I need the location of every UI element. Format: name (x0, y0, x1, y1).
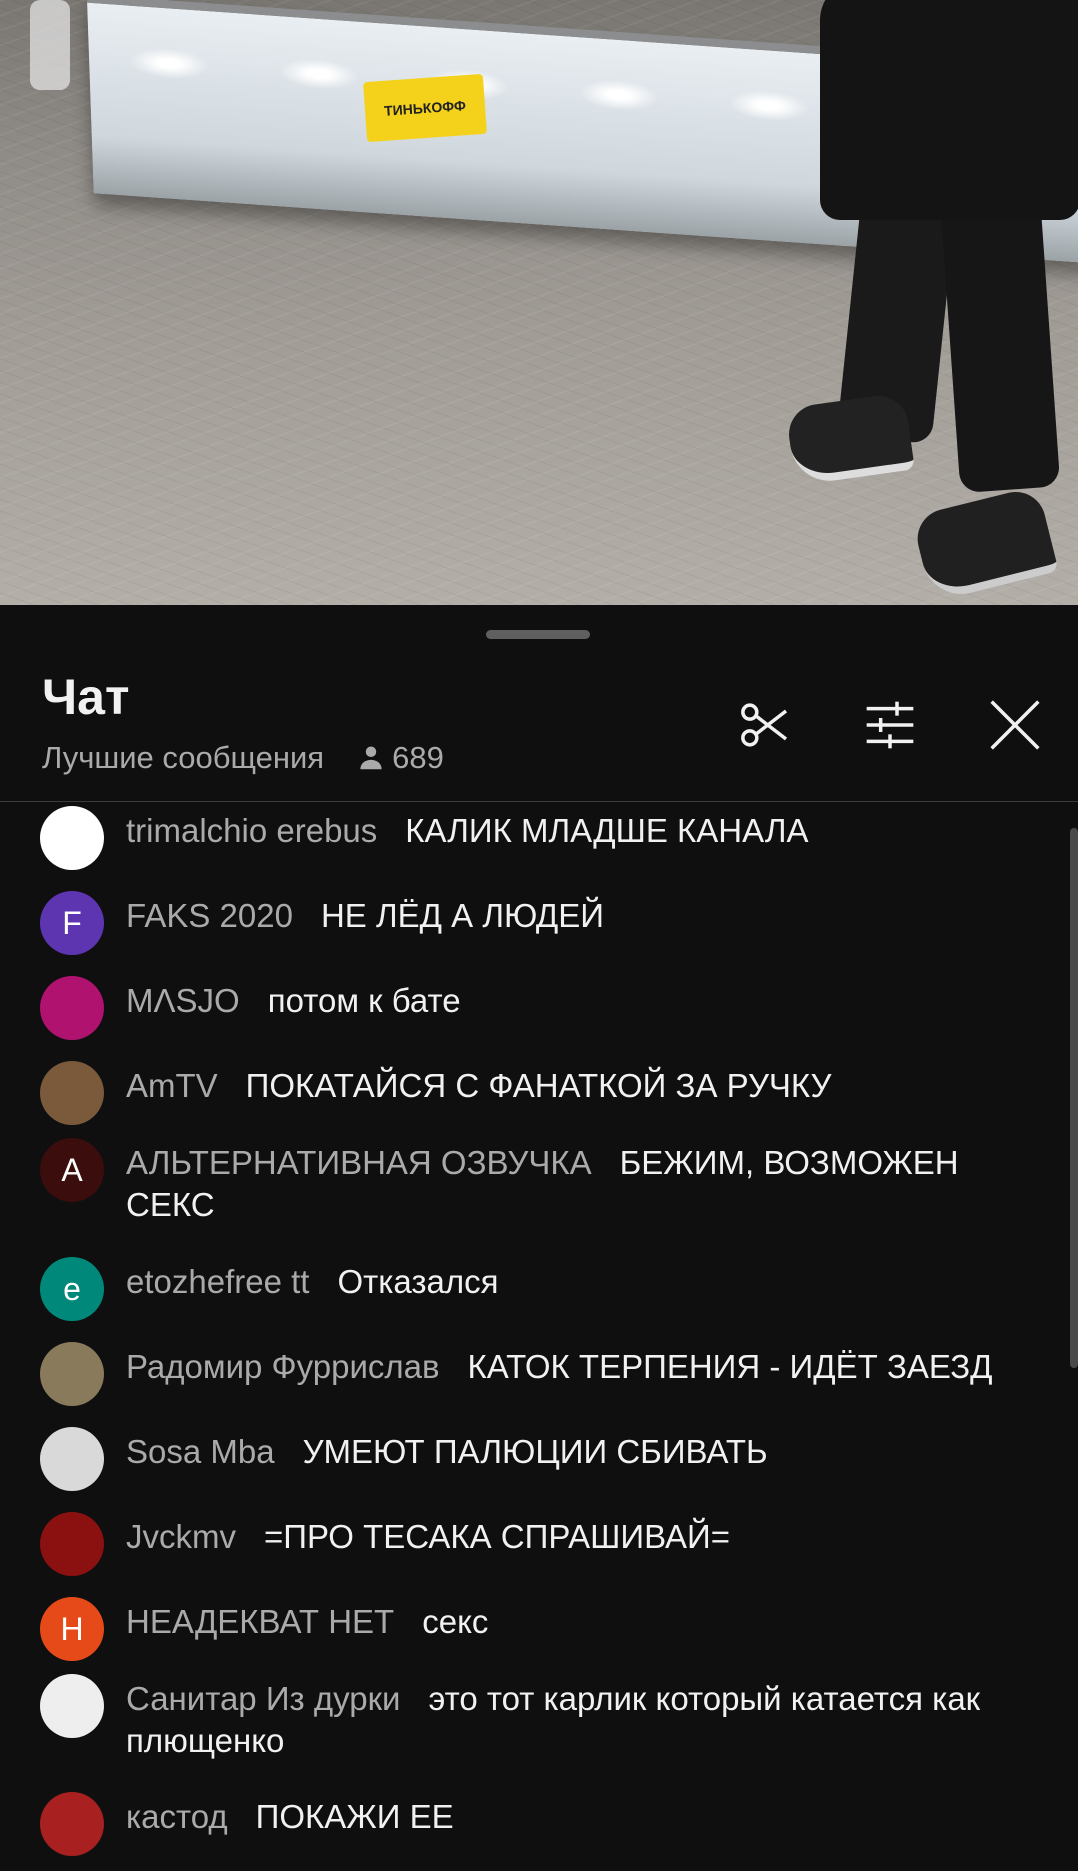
sliders-icon (866, 701, 914, 749)
avatar[interactable]: A (40, 1138, 104, 1202)
avatar[interactable] (40, 1674, 104, 1738)
avatar[interactable] (40, 1427, 104, 1491)
chat-message[interactable]: AmTV ПОКАТАЙСЯ С ФАНАТКОЙ ЗА РУЧКУ (40, 1061, 1040, 1125)
chat-message-list[interactable]: trimalchio erebus КАЛИК МЛАДШЕ КАНАЛА F F… (0, 802, 1078, 1871)
chat-header: Чат Лучшие сообщения 689 (0, 610, 1078, 802)
chat-message[interactable]: Sosa Mba УМЕЮТ ПАЛЮЦИИ СБИВАТЬ (40, 1427, 1040, 1491)
chat-settings-button[interactable] (855, 690, 925, 760)
avatar[interactable] (40, 976, 104, 1040)
chat-message[interactable]: Радомир Фуррислав КАТОК ТЕРПЕНИЯ - ИДЁТ З… (40, 1342, 1040, 1406)
chat-message[interactable]: A АЛЬТЕРНАТИВНАЯ ОЗВУЧКА БЕЖИМ, ВОЗМОЖЕН … (40, 1138, 1040, 1226)
chat-message[interactable]: кастод ПОКАЖИ ЕЕ (40, 1792, 1040, 1856)
chat-mode-selector[interactable]: Лучшие сообщения 689 (42, 740, 444, 776)
sponsor-logo: ТИНЬКОФФ (363, 73, 487, 143)
author-name[interactable]: АЛЬТЕРНАТИВНАЯ ОЗВУЧКА (126, 1144, 592, 1181)
chat-message[interactable]: MɅSJO потом к бате (40, 976, 1040, 1040)
person-icon (360, 746, 382, 770)
message-text: ПОКАЖИ ЕЕ (255, 1798, 454, 1835)
message-text: УМЕЮТ ПАЛЮЦИИ СБИВАТЬ (302, 1433, 768, 1470)
chat-mode-label: Лучшие сообщения (42, 740, 325, 775)
author-name[interactable]: кастод (126, 1798, 228, 1835)
avatar[interactable]: e (40, 1257, 104, 1321)
avatar[interactable] (40, 806, 104, 870)
message-text: потом к бате (267, 982, 461, 1019)
author-name[interactable]: Санитар Из дурки (126, 1680, 400, 1717)
scrollbar[interactable] (1070, 828, 1078, 1368)
author-name[interactable]: MɅSJO (126, 982, 240, 1019)
author-name[interactable]: Sosa Mba (126, 1433, 275, 1470)
author-name[interactable]: Jvckmv (126, 1518, 236, 1555)
chat-message[interactable]: F FAKS 2020 НЕ ЛЁД А ЛЮДЕЙ (40, 891, 1040, 955)
close-chat-button[interactable] (980, 690, 1050, 760)
author-name[interactable]: FAKS 2020 (126, 897, 293, 934)
chat-message[interactable]: trimalchio erebus КАЛИК МЛАДШЕ КАНАЛА (40, 806, 1040, 870)
chat-panel: Чат Лучшие сообщения 689 trimalchio ereb… (0, 610, 1078, 1871)
author-name[interactable]: AmTV (126, 1067, 218, 1104)
chat-message[interactable]: H НЕАДЕКВАТ НЕТ секс (40, 1597, 1040, 1661)
viewer-count-value: 689 (392, 740, 444, 775)
avatar[interactable] (40, 1342, 104, 1406)
author-name[interactable]: trimalchio erebus (126, 812, 377, 849)
scissors-icon (741, 703, 788, 747)
message-text: Отказался (337, 1263, 499, 1300)
chat-message[interactable]: Jvckmv =ПРО ТЕСАКА СПРАШИВАЙ= (40, 1512, 1040, 1576)
video-player[interactable]: ТИНЬКОФФ (0, 0, 1078, 605)
chat-message[interactable]: e etozhefree tt Отказался (40, 1257, 1040, 1321)
avatar[interactable] (40, 1061, 104, 1125)
viewer-count: 689 (356, 740, 444, 776)
message-text: КАЛИК МЛАДШЕ КАНАЛА (405, 812, 809, 849)
avatar[interactable]: F (40, 891, 104, 955)
message-text: КАТОК ТЕРПЕНИЯ - ИДЁТ ЗАЕЗД (467, 1348, 993, 1385)
author-name[interactable]: etozhefree tt (126, 1263, 309, 1300)
message-text: секс (422, 1603, 489, 1640)
skater (785, 0, 1078, 605)
avatar[interactable] (40, 1512, 104, 1576)
avatar[interactable]: H (40, 1597, 104, 1661)
close-icon (990, 700, 1040, 750)
chat-message[interactable]: Санитар Из дурки это тот карлик который к… (40, 1674, 1040, 1762)
avatar[interactable] (40, 1792, 104, 1856)
message-text: НЕ ЛЁД А ЛЮДЕЙ (320, 897, 604, 934)
author-name[interactable]: НЕАДЕКВАТ НЕТ (126, 1603, 394, 1640)
background-skater (30, 0, 70, 90)
clip-button[interactable] (730, 690, 800, 760)
message-text: ПОКАТАЙСЯ С ФАНАТКОЙ ЗА РУЧКУ (245, 1067, 832, 1104)
author-name[interactable]: Радомир Фуррислав (126, 1348, 440, 1385)
chat-title: Чат (42, 669, 130, 725)
message-text: =ПРО ТЕСАКА СПРАШИВАЙ= (264, 1518, 731, 1555)
